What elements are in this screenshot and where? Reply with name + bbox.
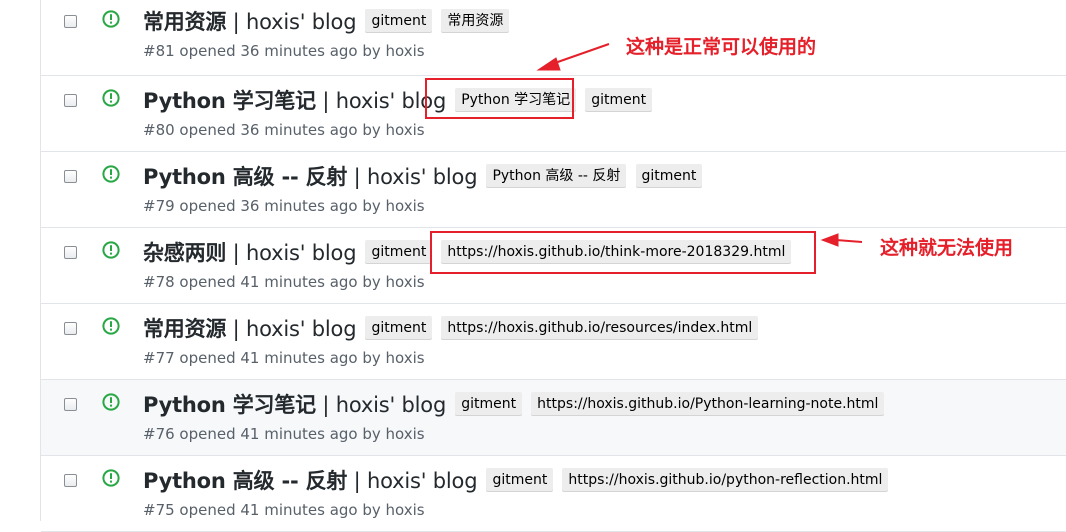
issue-opened-icon bbox=[102, 317, 120, 335]
highlight-box-broken-label bbox=[430, 231, 816, 274]
issue-label[interactable]: 常用资源 bbox=[441, 9, 510, 33]
issue-title-link[interactable]: 常用资源 | hoxis' blog bbox=[143, 8, 357, 36]
select-checkbox[interactable] bbox=[64, 170, 77, 183]
issue-opened-icon bbox=[102, 10, 120, 28]
issue-title-link[interactable]: Python 高级 -- 反射 | hoxis' blog bbox=[143, 163, 478, 191]
issue-meta: #76 opened 41 minutes ago by hoxis bbox=[143, 425, 425, 443]
issue-meta: #80 opened 36 minutes ago by hoxis bbox=[143, 121, 425, 139]
issue-opened-icon bbox=[102, 89, 120, 107]
issue-label[interactable]: gitment bbox=[365, 9, 433, 33]
select-checkbox[interactable] bbox=[64, 15, 77, 28]
issue-meta: #77 opened 41 minutes ago by hoxis bbox=[143, 349, 425, 367]
issue-opened-icon bbox=[102, 241, 120, 259]
issue-label[interactable]: gitment bbox=[585, 88, 653, 112]
issue-title-link[interactable]: Python 学习笔记 | hoxis' blog bbox=[143, 87, 446, 115]
issue-title-link[interactable]: Python 学习笔记 | hoxis' blog bbox=[143, 391, 446, 419]
issue-opened-icon bbox=[102, 469, 120, 487]
issue-label[interactable]: https://hoxis.github.io/resources/index.… bbox=[441, 316, 759, 340]
issue-label[interactable]: gitment bbox=[486, 468, 554, 492]
issue-row: 常用资源 | hoxis' blog gitment https://hoxis… bbox=[41, 304, 1066, 380]
select-checkbox[interactable] bbox=[64, 322, 77, 335]
issue-meta: #81 opened 36 minutes ago by hoxis bbox=[143, 42, 425, 60]
issue-label[interactable]: gitment bbox=[635, 164, 703, 188]
issue-label[interactable]: https://hoxis.github.io/python-reflectio… bbox=[562, 468, 889, 492]
issue-meta: #78 opened 41 minutes ago by hoxis bbox=[143, 273, 425, 291]
issue-row: 常用资源 | hoxis' blog gitment 常用资源 #81 open… bbox=[41, 0, 1066, 76]
issue-title-link[interactable]: 常用资源 | hoxis' blog bbox=[143, 315, 357, 343]
issue-title-link[interactable]: Python 高级 -- 反射 | hoxis' blog bbox=[143, 467, 478, 495]
annotation-works: 这种是正常可以使用的 bbox=[626, 36, 817, 58]
issue-opened-icon bbox=[102, 165, 120, 183]
annotation-fails: 这种就无法使用 bbox=[880, 237, 1014, 259]
issue-title-link[interactable]: 杂感两则 | hoxis' blog bbox=[143, 239, 357, 267]
select-checkbox[interactable] bbox=[64, 474, 77, 487]
highlight-box-working-label bbox=[425, 78, 574, 119]
issue-label[interactable]: Python 高级 -- 反射 bbox=[486, 164, 627, 188]
issue-meta: #79 opened 36 minutes ago by hoxis bbox=[143, 197, 425, 215]
issue-opened-icon bbox=[102, 393, 120, 411]
issue-label[interactable]: gitment bbox=[365, 316, 433, 340]
issue-meta: #75 opened 41 minutes ago by hoxis bbox=[143, 501, 425, 519]
issue-row: Python 学习笔记 | hoxis' blog gitment https:… bbox=[41, 380, 1066, 456]
select-checkbox[interactable] bbox=[64, 398, 77, 411]
issue-label[interactable]: gitment bbox=[455, 392, 523, 416]
issue-label[interactable]: https://hoxis.github.io/Python-learning-… bbox=[531, 392, 885, 416]
issue-row: Python 高级 -- 反射 | hoxis' blog Python 高级 … bbox=[41, 152, 1066, 228]
select-checkbox[interactable] bbox=[64, 246, 77, 259]
select-checkbox[interactable] bbox=[64, 94, 77, 107]
issue-label[interactable]: gitment bbox=[365, 240, 433, 264]
